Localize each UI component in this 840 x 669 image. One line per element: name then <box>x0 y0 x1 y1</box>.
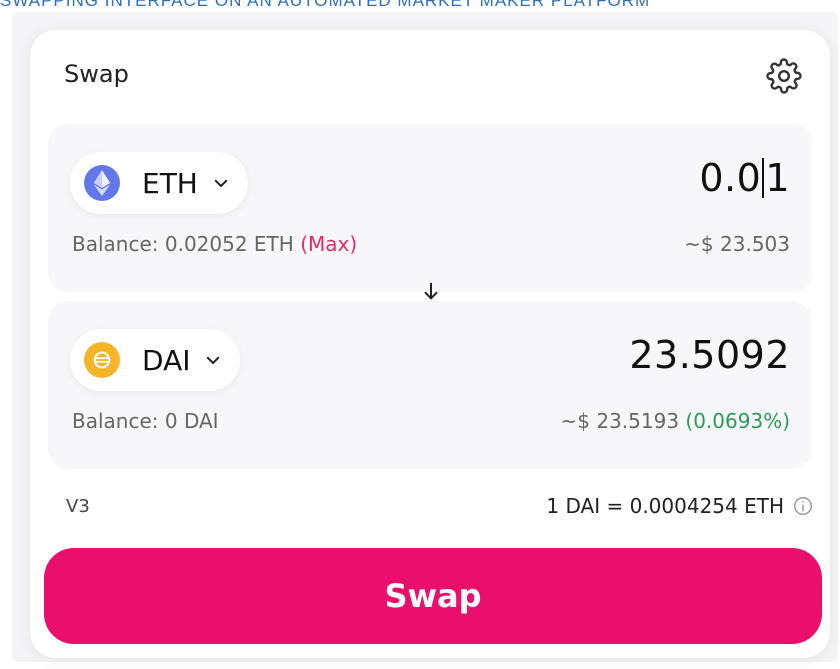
figure-caption: SWAPPING INTERFACE ON AN AUTOMATED MARKE… <box>0 0 651 10</box>
dai-logo-icon <box>84 342 120 378</box>
to-amount-value: 23.5092 <box>629 333 790 377</box>
swap-title: Swap <box>64 60 129 88</box>
dai-mark-icon <box>93 351 111 369</box>
to-usd-value: ~$ 23.5193 (0.0693%) <box>561 409 791 433</box>
from-balance: Balance: 0.02052 ETH (Max) <box>72 232 357 256</box>
to-token-symbol: DAI <box>142 343 191 377</box>
ethereum-diamond-icon <box>93 170 111 196</box>
from-usd-value: ~$ 23.503 <box>684 232 790 256</box>
to-panel: DAI 23.5092 Balance: 0 DAI ~$ 23.5193 (0… <box>48 301 812 469</box>
swap-card: Swap ETH 0.0 1 Balance: 0.02052 ETH (Max… <box>30 30 830 658</box>
from-panel: ETH 0.0 1 Balance: 0.02052 ETH (Max) ~$ 2… <box>48 124 812 292</box>
to-amount-input[interactable]: 23.5092 <box>629 333 790 377</box>
from-balance-label: Balance: 0.02052 ETH <box>72 232 294 256</box>
arrow-down-icon[interactable] <box>420 280 442 302</box>
gear-icon[interactable] <box>766 58 802 94</box>
price-impact: (0.0693%) <box>685 409 790 433</box>
swap-button[interactable]: Swap <box>44 548 822 644</box>
pool-version: V3 <box>66 496 90 517</box>
exchange-rate-text: 1 DAI = 0.0004254 ETH <box>546 494 784 518</box>
chevron-down-icon <box>207 356 220 364</box>
max-button[interactable]: (Max) <box>300 232 357 256</box>
to-token-select[interactable]: DAI <box>70 329 241 391</box>
chevron-down-icon <box>214 179 228 187</box>
from-amount-input[interactable]: 0.0 1 <box>699 156 790 200</box>
exchange-rate: 1 DAI = 0.0004254 ETH <box>546 494 814 518</box>
info-icon[interactable] <box>792 495 814 517</box>
from-token-symbol: ETH <box>142 166 198 200</box>
to-balance: Balance: 0 DAI <box>72 409 219 433</box>
text-caret <box>762 158 765 198</box>
from-amount-after-caret: 1 <box>765 156 790 200</box>
to-usd-amount: ~$ 23.5193 <box>560 409 680 433</box>
from-amount-before-caret: 0.0 <box>699 156 762 200</box>
eth-logo-icon <box>84 165 120 201</box>
from-token-select[interactable]: ETH <box>70 152 248 214</box>
